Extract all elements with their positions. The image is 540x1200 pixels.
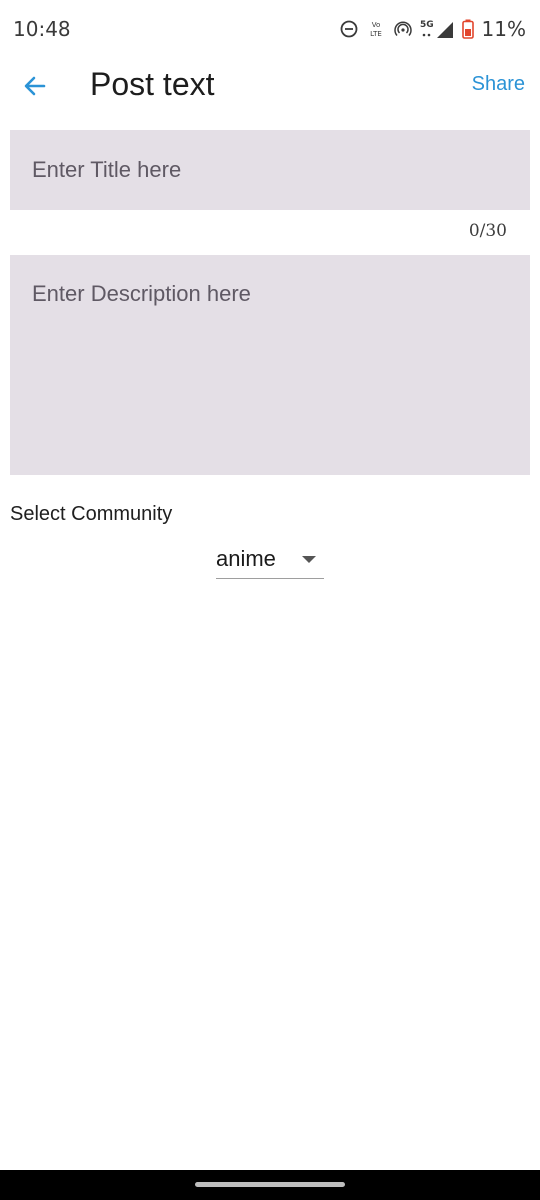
status-icons: Vo LTE 5G 11% xyxy=(340,16,526,42)
triangle-down-icon xyxy=(302,556,316,563)
back-button[interactable] xyxy=(20,70,52,102)
description-input[interactable] xyxy=(10,255,530,475)
arrow-left-icon xyxy=(24,76,46,96)
battery-percent: 11% xyxy=(481,17,526,41)
title-char-counter: 0/30 xyxy=(468,221,507,241)
community-selected-value: anime xyxy=(216,546,276,571)
community-dropdown[interactable]: anime xyxy=(216,543,324,579)
battery-low-icon xyxy=(461,19,474,39)
5g-signal-icon: 5G xyxy=(420,20,453,38)
app-bar: Post text Share xyxy=(0,58,540,114)
volte-icon: Vo LTE xyxy=(370,21,382,38)
svg-text:LTE: LTE xyxy=(370,30,382,38)
status-bar: 10:48 Vo LTE 5G 11% xyxy=(0,0,540,58)
svg-text:Vo: Vo xyxy=(371,21,380,29)
title-input[interactable] xyxy=(10,130,530,210)
navigation-bar xyxy=(0,1170,540,1200)
svg-text:5G: 5G xyxy=(420,20,434,30)
status-time: 10:48 xyxy=(13,17,71,41)
share-button[interactable]: Share xyxy=(472,73,525,96)
hotspot-icon xyxy=(393,21,412,36)
page-title: Post text xyxy=(90,66,215,102)
home-gesture-handle[interactable] xyxy=(195,1182,345,1187)
do-not-disturb-icon xyxy=(340,20,357,38)
community-label: Select Community xyxy=(10,503,173,525)
